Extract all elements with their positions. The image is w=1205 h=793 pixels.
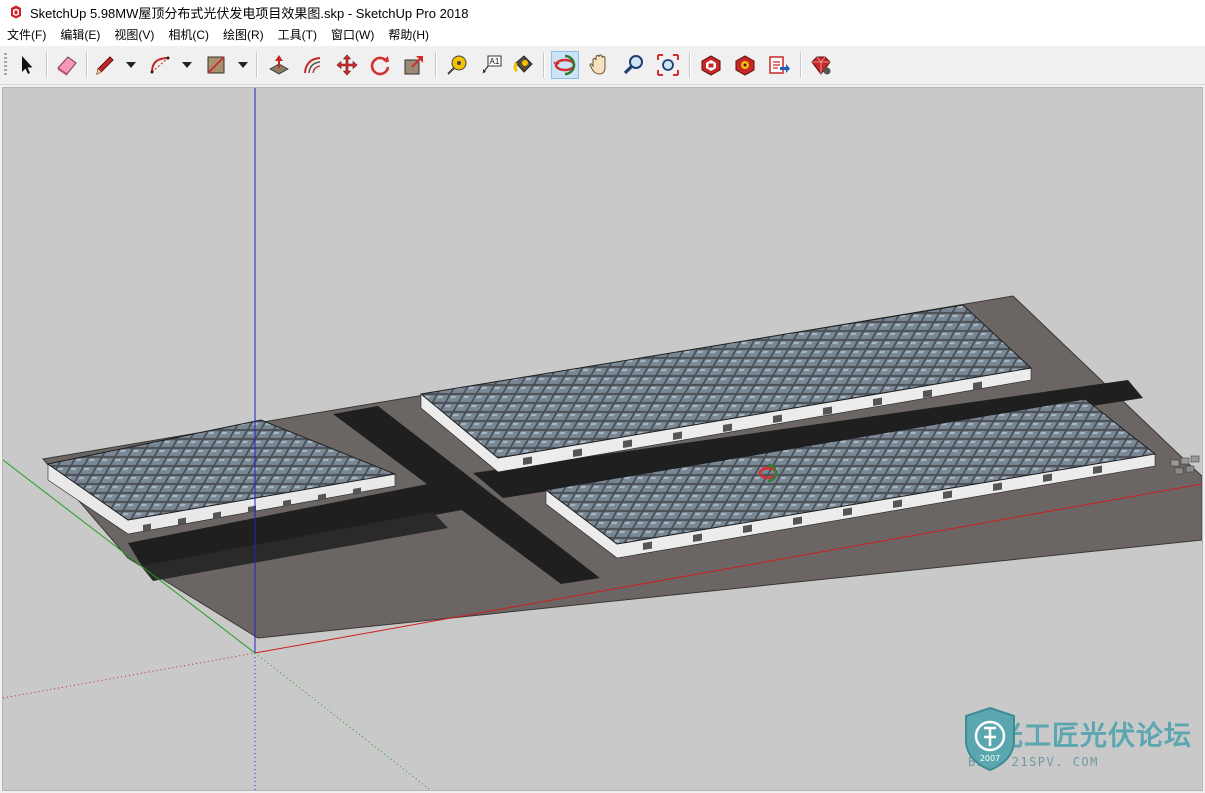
send-to-layout-icon	[769, 56, 790, 74]
text-tool-button[interactable]: A1	[477, 51, 505, 79]
arc-tool-button[interactable]	[146, 51, 174, 79]
toolbar-separator	[543, 52, 545, 78]
model-viewport[interactable]: 2007 阳光工匠光伏论坛 BBS. 21SPV. COM	[2, 87, 1203, 791]
pan-tool-button[interactable]	[585, 51, 613, 79]
tape-measure-tool-button[interactable]	[443, 51, 471, 79]
toolbar-separator	[689, 52, 691, 78]
scale-tool-icon	[404, 56, 423, 75]
zoom-extents-tool-button[interactable]	[654, 51, 682, 79]
shield-logo-year: 2007	[980, 754, 1000, 763]
sketchup-logo-icon	[11, 5, 21, 19]
toolbar-separator	[256, 52, 258, 78]
forum-watermark: 2007 阳光工匠光伏论坛 BBS. 21SPV. COM	[962, 706, 1192, 776]
eraser-tool-icon	[57, 56, 77, 76]
pan-tool-icon	[589, 54, 606, 75]
text-tool-icon: A1	[482, 55, 502, 74]
arc-tool-icon	[150, 56, 170, 74]
send-to-layout-button[interactable]	[765, 51, 793, 79]
rotate-tool-button[interactable]	[366, 51, 394, 79]
red-axis-negative	[3, 652, 256, 699]
toolbar-grip[interactable]	[4, 53, 7, 77]
window-title: SketchUp 5.98MW屋顶分布式光伏发电项目效果图.skp - Sket…	[30, 5, 469, 21]
menu-edit[interactable]: 编辑(E)	[53, 24, 107, 46]
orbit-tool-button[interactable]	[551, 51, 579, 79]
offset-tool-icon	[304, 57, 321, 74]
move-tool-button[interactable]	[333, 51, 361, 79]
menu-window[interactable]: 窗口(W)	[324, 24, 381, 46]
push-pull-tool-button[interactable]	[265, 51, 293, 79]
rectangle-shape-tool-icon	[207, 56, 225, 74]
toolbar-separator	[435, 52, 437, 78]
rotate-tool-icon	[370, 56, 390, 76]
title-bar: SketchUp 5.98MW屋顶分布式光伏发电项目效果图.skp - Sket…	[0, 0, 1205, 24]
toolbar-separator	[86, 52, 88, 78]
tape-measure-tool-icon	[447, 55, 467, 75]
zoom-tool-button[interactable]	[620, 51, 648, 79]
arc-dropdown-arrow[interactable]	[182, 62, 192, 68]
move-tool-icon	[336, 54, 358, 76]
shield-logo-icon: 2007	[965, 706, 1015, 772]
menu-tools[interactable]: 工具(T)	[271, 24, 324, 46]
menu-camera[interactable]: 相机(C)	[161, 24, 216, 46]
shape-dropdown-arrow[interactable]	[238, 62, 248, 68]
rectangle-shape-tool-button[interactable]	[202, 51, 230, 79]
toolbar-separator	[46, 52, 48, 78]
orbit-tool-icon	[553, 54, 576, 76]
select-tool-icon	[22, 56, 33, 74]
paint-bucket-tool-button[interactable]	[509, 51, 537, 79]
pencil-line-tool-button[interactable]	[91, 51, 119, 79]
extension-manager-button[interactable]	[807, 51, 835, 79]
3d-warehouse-button[interactable]	[697, 51, 725, 79]
menu-view[interactable]: 视图(V)	[107, 24, 161, 46]
paint-bucket-tool-icon	[513, 55, 533, 73]
extension-manager-icon	[811, 56, 831, 75]
menu-draw[interactable]: 绘图(R)	[216, 24, 271, 46]
menu-bar: 文件(F) 编辑(E) 视图(V) 相机(C) 绘图(R) 工具(T) 窗口(W…	[0, 24, 1205, 46]
zoom-tool-icon	[623, 55, 643, 75]
extension-warehouse-button[interactable]	[731, 51, 759, 79]
zoom-extents-tool-icon	[657, 54, 679, 76]
scale-tool-button[interactable]	[400, 51, 428, 79]
green-axis-negative	[254, 652, 432, 790]
3d-warehouse-icon	[701, 55, 721, 76]
select-tool-button[interactable]	[12, 51, 40, 79]
pencil-dropdown-arrow[interactable]	[126, 62, 136, 68]
large-tool-set-toolbar: A1	[0, 46, 1205, 85]
extension-warehouse-icon	[735, 55, 755, 76]
offset-tool-button[interactable]	[299, 51, 327, 79]
push-pull-tool-icon	[269, 55, 289, 75]
menu-file[interactable]: 文件(F)	[0, 24, 53, 46]
text-tool-glyph: A1	[490, 57, 500, 66]
menu-help[interactable]: 帮助(H)	[381, 24, 436, 46]
eraser-tool-button[interactable]	[53, 51, 81, 79]
toolbar-separator	[800, 52, 802, 78]
pencil-line-tool-icon	[96, 56, 114, 75]
model-scene	[3, 88, 1202, 790]
